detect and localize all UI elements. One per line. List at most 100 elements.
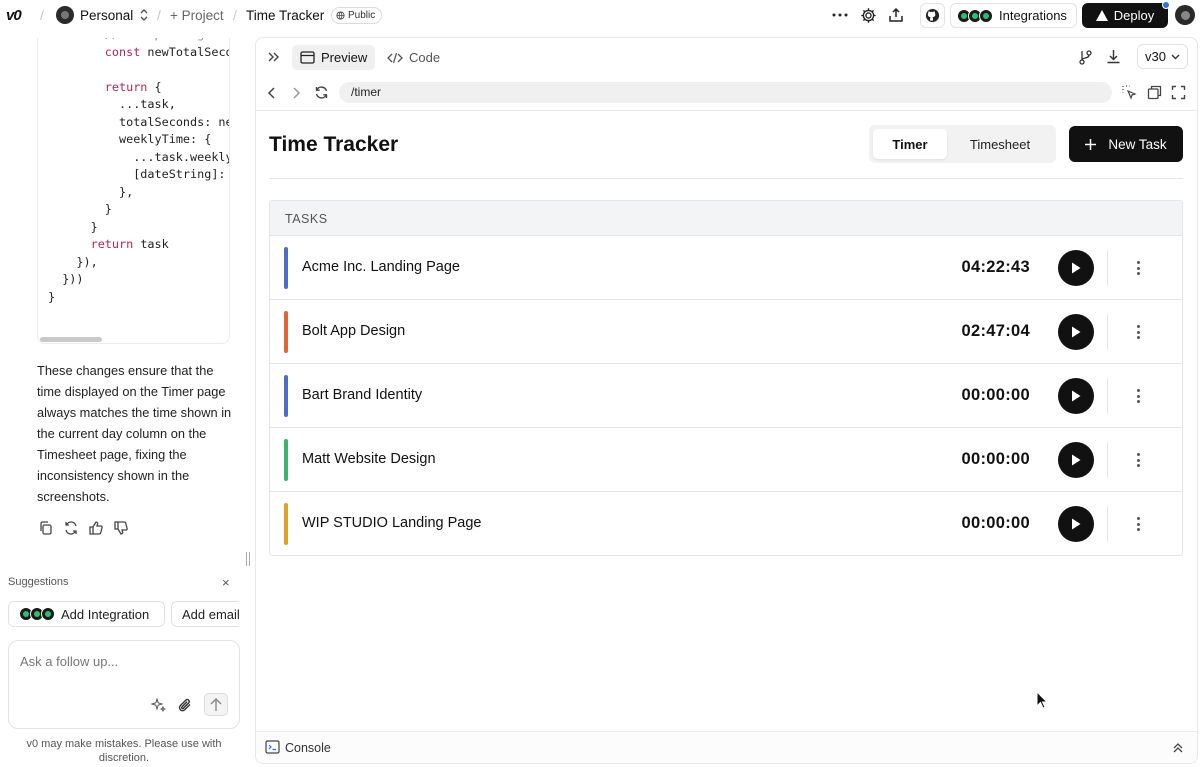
settings-gear-icon[interactable] <box>856 3 880 27</box>
play-icon <box>1072 262 1081 274</box>
pane-resize-handle[interactable] <box>246 552 250 566</box>
code-line: const newTotalSeco <box>104 44 230 59</box>
url-input[interactable]: /timer <box>339 82 1112 103</box>
more-vertical-icon[interactable] <box>1130 450 1146 470</box>
open-new-window-icon[interactable] <box>1147 85 1162 100</box>
code-line: [dateString]: <box>133 167 226 181</box>
play-button[interactable] <box>1058 378 1094 414</box>
collapse-chevrons-icon[interactable] <box>267 50 281 64</box>
task-name: Bart Brand Identity <box>302 387 423 403</box>
more-vertical-icon[interactable] <box>1130 322 1146 342</box>
tab-code[interactable]: Code <box>379 45 448 70</box>
task-row[interactable]: Matt Website Design 00:00:00 <box>270 428 1182 492</box>
v0-logo[interactable]: v0 <box>6 0 22 30</box>
copy-icon[interactable] <box>38 520 54 536</box>
suggestion-add-integration[interactable]: Add Integration <box>8 601 165 627</box>
task-name: WIP STUDIO Landing Page <box>302 515 482 531</box>
sparkles-icon[interactable] <box>151 697 167 713</box>
code-line: ...task, <box>119 97 176 111</box>
more-vertical-icon[interactable] <box>1130 514 1146 534</box>
preview-panel: Preview Code v30 /timer Time Tracker Tim… <box>255 37 1198 764</box>
back-arrow-icon[interactable] <box>267 86 277 100</box>
tasks-header: TASKS <box>270 201 1182 236</box>
select-element-icon[interactable] <box>1122 85 1137 100</box>
project-link[interactable]: + Project <box>170 0 224 30</box>
task-color-bar <box>284 311 288 353</box>
code-line: return task <box>90 237 169 251</box>
play-button[interactable] <box>1058 442 1094 478</box>
chat-title[interactable]: Time Tracker <box>246 0 324 30</box>
forward-arrow-icon[interactable] <box>291 86 301 100</box>
globe-icon <box>336 10 345 20</box>
code-block: // If updating todconst newTotalSecoretu… <box>37 38 230 344</box>
url-bar: /timer <box>256 76 1197 110</box>
follow-up-placeholder: Ask a follow up... <box>20 654 119 669</box>
tab-timesheet[interactable]: Timesheet <box>957 129 1043 159</box>
visibility-badge[interactable]: Public <box>331 0 383 30</box>
play-icon <box>1072 390 1081 402</box>
fullscreen-icon[interactable] <box>1171 85 1186 100</box>
suggestion-add-email[interactable]: Add email <box>171 601 239 627</box>
more-icon[interactable] <box>828 3 852 27</box>
follow-up-input[interactable]: Ask a follow up... <box>8 640 240 729</box>
deploy-button[interactable]: Deploy <box>1082 3 1168 28</box>
version-select[interactable]: v30 <box>1137 44 1188 69</box>
github-icon <box>925 8 940 23</box>
paperclip-icon[interactable] <box>177 697 193 713</box>
task-time: 00:00:00 <box>961 514 1030 532</box>
integration-logos-icon <box>19 607 55 621</box>
play-button[interactable] <box>1058 314 1094 350</box>
task-row[interactable]: Bolt App Design 02:47:04 <box>270 300 1182 364</box>
app-preview: Time Tracker Timer Timesheet New Task TA… <box>256 110 1197 730</box>
row-divider <box>1107 506 1108 542</box>
thumbs-up-icon[interactable] <box>88 520 104 536</box>
suggestions-label: Suggestions <box>8 576 69 588</box>
play-icon <box>1072 454 1081 466</box>
download-icon[interactable] <box>1106 49 1121 64</box>
play-icon <box>1072 518 1081 530</box>
share-upload-icon[interactable] <box>884 3 908 27</box>
user-avatar[interactable] <box>1175 5 1195 25</box>
chevrons-up-icon[interactable] <box>1172 742 1184 754</box>
suggestions-close-icon[interactable]: × <box>222 575 230 590</box>
code-line: totalSeconds: ne <box>119 114 230 129</box>
regenerate-icon[interactable] <box>63 520 79 536</box>
plus-icon <box>1085 138 1097 150</box>
play-button[interactable] <box>1058 250 1094 286</box>
arrow-up-icon <box>210 697 222 711</box>
integrations-button[interactable]: Integrations <box>950 3 1077 28</box>
code-line: }), <box>76 254 98 269</box>
tab-timer[interactable]: Timer <box>873 129 947 159</box>
task-color-bar <box>284 247 288 289</box>
more-vertical-icon[interactable] <box>1130 386 1146 406</box>
mouse-cursor-icon <box>1036 691 1048 709</box>
workspace-avatar <box>56 6 74 24</box>
code-line: weeklyTime: { <box>119 132 212 146</box>
send-button[interactable] <box>204 693 228 716</box>
more-vertical-icon[interactable] <box>1130 258 1146 278</box>
code-line: } <box>48 289 56 304</box>
new-task-button[interactable]: New Task <box>1069 126 1183 162</box>
task-name: Matt Website Design <box>302 451 436 467</box>
task-row[interactable]: Acme Inc. Landing Page 04:22:43 <box>270 236 1182 300</box>
task-color-bar <box>284 375 288 417</box>
workspace-switcher[interactable]: Personal <box>56 0 149 30</box>
code-scrollbar[interactable] <box>40 337 102 342</box>
task-row[interactable]: WIP STUDIO Landing Page 00:00:00 <box>270 492 1182 555</box>
play-button[interactable] <box>1058 506 1094 542</box>
top-bar: v0 / Personal / + Project / Time Tracker… <box>0 0 1200 30</box>
task-time: 00:00:00 <box>961 450 1030 468</box>
git-branch-icon[interactable] <box>1078 49 1093 65</box>
row-divider <box>1107 250 1108 286</box>
notification-dot <box>1162 1 1170 9</box>
triangle-icon <box>1095 10 1108 21</box>
thumbs-down-icon[interactable] <box>113 520 129 536</box>
task-row[interactable]: Bart Brand Identity 00:00:00 <box>270 364 1182 428</box>
task-time: 00:00:00 <box>961 386 1030 404</box>
tab-preview[interactable]: Preview <box>292 45 376 70</box>
refresh-icon[interactable] <box>314 85 329 100</box>
github-button[interactable] <box>920 3 945 28</box>
console-bar[interactable]: Console <box>256 731 1197 763</box>
page-title: Time Tracker <box>269 133 399 156</box>
